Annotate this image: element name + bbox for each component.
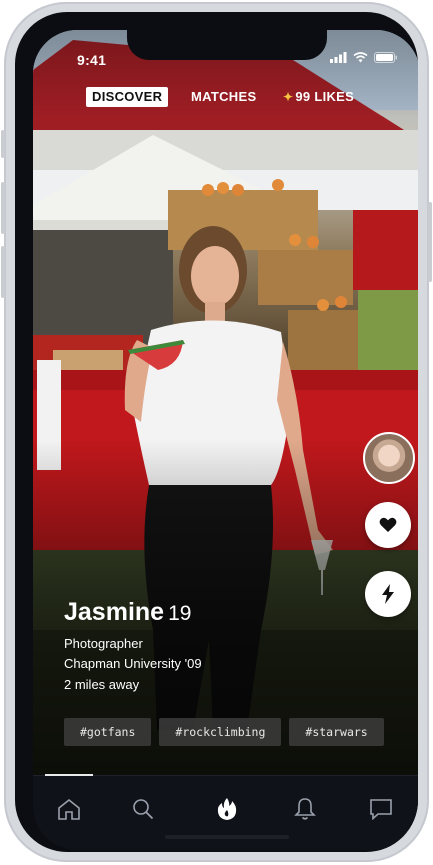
- photo-progress-indicator: [45, 774, 93, 776]
- nav-discover[interactable]: [212, 794, 242, 824]
- tab-likes-label: 99 LIKES: [295, 89, 355, 104]
- tag-chip[interactable]: #gotfans: [64, 718, 152, 746]
- screen: 9:41 DISCOVER MATCHES ✦ 99 LIKES Jasmine…: [33, 30, 418, 850]
- chat-icon: [370, 799, 392, 820]
- profile-name: Jasmine: [64, 598, 165, 626]
- profile-age: 19: [168, 602, 192, 625]
- match-avatar[interactable]: [363, 432, 415, 484]
- bell-icon: [294, 798, 316, 820]
- tab-discover-label: DISCOVER: [92, 89, 163, 104]
- lightning-icon: [382, 584, 394, 604]
- nav-home[interactable]: [54, 794, 84, 824]
- cellular-signal-icon: [330, 52, 347, 63]
- home-indicator: [165, 835, 289, 839]
- status-icons: [330, 52, 398, 63]
- profile-occupation: Photographer: [64, 636, 143, 651]
- profile-name-line: Jasmine 19: [64, 598, 191, 627]
- top-tabs: DISCOVER MATCHES ✦ 99 LIKES: [33, 87, 418, 109]
- sparkle-icon: ✦: [283, 90, 294, 104]
- volume-up-button: [1, 182, 5, 234]
- tab-matches-label: MATCHES: [191, 89, 257, 104]
- wifi-icon: [353, 52, 368, 63]
- flame-icon: [217, 798, 237, 820]
- nav-notifications[interactable]: [290, 794, 320, 824]
- boost-button[interactable]: [365, 571, 411, 617]
- battery-icon: [374, 52, 397, 63]
- phone-bezel: 9:41 DISCOVER MATCHES ✦ 99 LIKES Jasmine…: [15, 12, 418, 852]
- tag-chip[interactable]: #rockclimbing: [159, 718, 282, 746]
- nav-messages[interactable]: [366, 794, 396, 824]
- interest-tags: #gotfans #rockclimbing #starwars: [64, 718, 384, 746]
- tab-discover[interactable]: DISCOVER: [86, 87, 169, 107]
- volume-down-button: [1, 246, 5, 298]
- heart-icon: [379, 517, 397, 532]
- power-button: [428, 202, 432, 282]
- tab-matches[interactable]: MATCHES: [191, 87, 256, 107]
- like-button[interactable]: [365, 502, 411, 548]
- tab-likes[interactable]: ✦ 99 LIKES: [283, 87, 354, 107]
- status-time: 9:41: [77, 52, 107, 68]
- profile-school: Chapman University '09: [64, 656, 202, 671]
- search-icon: [133, 799, 154, 820]
- notch: [127, 30, 327, 60]
- phone-frame: 9:41 DISCOVER MATCHES ✦ 99 LIKES Jasmine…: [1, 2, 432, 862]
- tag-chip[interactable]: #starwars: [289, 718, 384, 746]
- home-icon: [58, 798, 80, 820]
- mute-switch: [1, 130, 5, 158]
- profile-distance: 2 miles away: [64, 677, 140, 692]
- nav-search[interactable]: [128, 794, 158, 824]
